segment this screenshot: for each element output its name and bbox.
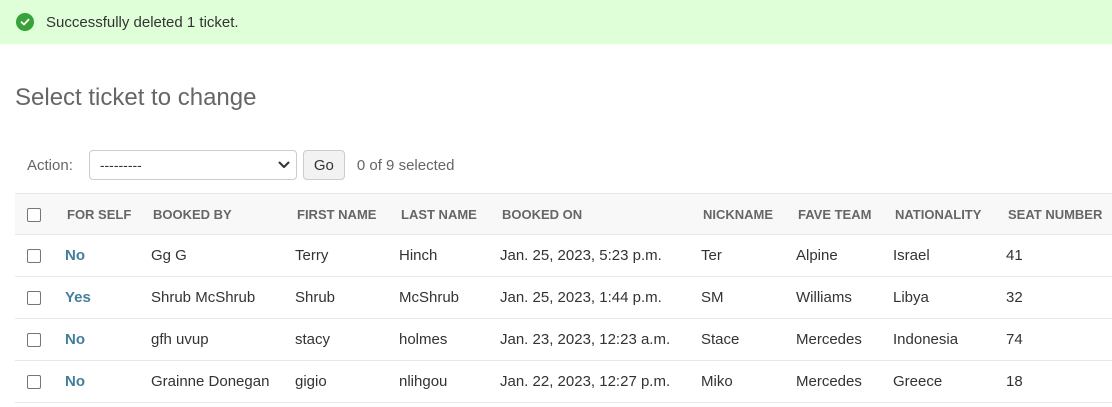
booked-on-cell: Jan. 22, 2023, 12:27 p.m. xyxy=(491,360,692,403)
booked-on-cell: Jan. 25, 2023, 5:23 p.m. xyxy=(491,234,692,277)
table-row: Yes Shrub McShrub Shrub McShrub Jan. 25,… xyxy=(15,276,1112,319)
for-self-cell: No xyxy=(56,234,142,277)
action-label: Action: xyxy=(27,156,73,174)
ticket-link[interactable]: No xyxy=(65,247,85,264)
table-row: No Grainne Donegan gigio nlihgou Jan. 22… xyxy=(15,360,1112,403)
selected-count: 0 of 9 selected xyxy=(356,156,455,174)
seat-number-cell: 18 xyxy=(997,360,1112,403)
column-header-nickname[interactable]: NICKNAME xyxy=(692,193,787,235)
nationality-cell: Israel xyxy=(884,234,997,277)
results-table: FOR SELF BOOKED BY FIRST NAME LAST NAME … xyxy=(15,193,1112,403)
booked-on-cell: Jan. 23, 2023, 12:23 a.m. xyxy=(491,318,692,361)
action-bar: Action: --------- Go 0 of 9 selected xyxy=(27,150,454,180)
nationality-cell: Indonesia xyxy=(884,318,997,361)
nickname-cell: Ter xyxy=(692,234,787,277)
row-checkbox[interactable] xyxy=(27,249,41,264)
go-button[interactable]: Go xyxy=(302,150,345,180)
column-header-fave-team[interactable]: FAVE TEAM xyxy=(787,193,884,235)
table-row: No gfh uvup stacy holmes Jan. 23, 2023, … xyxy=(15,318,1112,361)
table-row: No Gg G Terry Hinch Jan. 25, 2023, 5:23 … xyxy=(15,234,1112,277)
ticket-link[interactable]: No xyxy=(65,331,85,348)
message-text: Successfully deleted 1 ticket. xyxy=(46,13,239,31)
last-name-cell: McShrub xyxy=(390,276,491,319)
row-checkbox-cell xyxy=(15,360,56,403)
seat-number-cell: 41 xyxy=(997,234,1112,277)
ticket-link[interactable]: No xyxy=(65,373,85,390)
column-header-for-self[interactable]: FOR SELF xyxy=(56,193,142,235)
for-self-cell: No xyxy=(56,318,142,361)
nickname-cell: SM xyxy=(692,276,787,319)
booked-by-cell: gfh uvup xyxy=(142,318,286,361)
first-name-cell: stacy xyxy=(286,318,390,361)
nationality-cell: Greece xyxy=(884,360,997,403)
booked-on-cell: Jan. 25, 2023, 1:44 p.m. xyxy=(491,276,692,319)
nickname-cell: Stace xyxy=(692,318,787,361)
column-header-nationality[interactable]: NATIONALITY xyxy=(884,193,997,235)
page-title: Select ticket to change xyxy=(15,84,257,111)
check-circle-icon xyxy=(16,13,34,31)
last-name-cell: nlihgou xyxy=(390,360,491,403)
fave-team-cell: Mercedes xyxy=(787,318,884,361)
chevron-down-icon xyxy=(278,161,290,169)
column-header-first-name[interactable]: FIRST NAME xyxy=(286,193,390,235)
ticket-link[interactable]: Yes xyxy=(65,289,91,306)
column-header-last-name[interactable]: LAST NAME xyxy=(390,193,491,235)
booked-by-cell: Grainne Donegan xyxy=(142,360,286,403)
row-checkbox[interactable] xyxy=(27,333,41,348)
row-checkbox-cell xyxy=(15,318,56,361)
success-message: Successfully deleted 1 ticket. xyxy=(0,0,1112,44)
row-checkbox-cell xyxy=(15,234,56,277)
action-select[interactable]: --------- xyxy=(88,150,297,180)
action-select-value: --------- xyxy=(99,157,142,173)
last-name-cell: holmes xyxy=(390,318,491,361)
for-self-cell: Yes xyxy=(56,276,142,319)
row-checkbox[interactable] xyxy=(27,291,41,306)
column-header-booked-by[interactable]: BOOKED BY xyxy=(142,193,286,235)
first-name-cell: gigio xyxy=(286,360,390,403)
table-header-row: FOR SELF BOOKED BY FIRST NAME LAST NAME … xyxy=(15,193,1112,235)
fave-team-cell: Williams xyxy=(787,276,884,319)
first-name-cell: Shrub xyxy=(286,276,390,319)
row-checkbox-cell xyxy=(15,276,56,319)
fave-team-cell: Alpine xyxy=(787,234,884,277)
first-name-cell: Terry xyxy=(286,234,390,277)
nationality-cell: Libya xyxy=(884,276,997,319)
column-header-seat-number[interactable]: SEAT NUMBER xyxy=(997,193,1112,235)
seat-number-cell: 74 xyxy=(997,318,1112,361)
nickname-cell: Miko xyxy=(692,360,787,403)
fave-team-cell: Mercedes xyxy=(787,360,884,403)
column-header-booked-on[interactable]: BOOKED ON xyxy=(491,193,692,235)
select-all-checkbox[interactable] xyxy=(27,207,41,222)
select-all-header xyxy=(15,193,56,235)
booked-by-cell: Shrub McShrub xyxy=(142,276,286,319)
booked-by-cell: Gg G xyxy=(142,234,286,277)
for-self-cell: No xyxy=(56,360,142,403)
row-checkbox[interactable] xyxy=(27,375,41,390)
last-name-cell: Hinch xyxy=(390,234,491,277)
seat-number-cell: 32 xyxy=(997,276,1112,319)
